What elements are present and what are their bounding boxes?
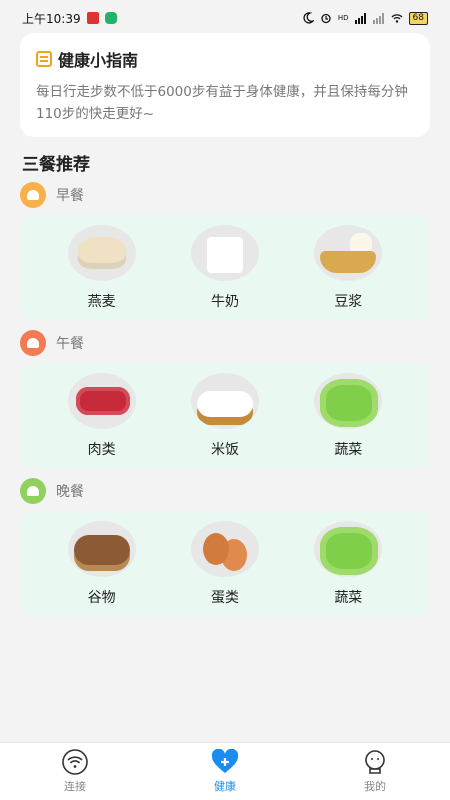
egg-image	[190, 521, 259, 577]
meal-label-dinner: 晚餐	[20, 478, 84, 504]
meal-label-text: 晚餐	[56, 484, 84, 500]
oats-image	[67, 225, 136, 281]
vegetable-image	[314, 521, 383, 577]
vegetable-image	[314, 373, 383, 429]
nav-item-connect[interactable]: 连接	[25, 749, 125, 794]
food-item[interactable]: 蛋类	[175, 521, 275, 607]
tip-header: 健康小指南	[36, 47, 414, 71]
health-tip-card: 健康小指南 每日行走步数不低于6000步有益于身体健康，并且保持每分钟110步的…	[20, 33, 430, 137]
alarm-icon	[321, 13, 331, 24]
meal-label-text: 午餐	[56, 336, 84, 352]
food-name: 米饭	[210, 442, 239, 458]
section-title: 三餐推荐	[22, 155, 90, 175]
food-name: 蔬菜	[334, 442, 363, 458]
bottom-nav: 连接 健康 我的	[0, 742, 450, 800]
food-item[interactable]: 牛奶	[175, 225, 275, 311]
signal-icon	[354, 13, 366, 24]
food-item[interactable]: 蔬菜	[298, 521, 398, 607]
meal-card-lunch: 肉类 米饭 蔬菜	[20, 364, 430, 468]
wifi-icon	[62, 749, 88, 775]
tip-text: 每日行走步数不低于6000步有益于身体健康，并且保持每分钟110步的快走更好~	[36, 84, 408, 122]
status-bar: 上午10:39 HD 68	[0, 0, 450, 36]
food-name: 豆浆	[334, 294, 363, 310]
status-time: 上午10:39	[22, 11, 81, 26]
meal-label-breakfast: 早餐	[20, 182, 84, 208]
heart-plus-icon	[211, 749, 239, 773]
rice-image	[190, 373, 259, 429]
food-name: 谷物	[87, 590, 116, 606]
breakfast-icon	[20, 182, 46, 208]
food-name: 蛋类	[210, 590, 239, 606]
food-name: 肉类	[87, 442, 116, 458]
nav-label: 健康	[214, 780, 236, 793]
status-right: HD 68	[302, 11, 428, 25]
signal-weak-icon	[372, 13, 384, 24]
meal-card-breakfast: 燕麦 牛奶 豆浆	[20, 216, 430, 320]
app-notification-icon	[104, 12, 117, 24]
meal-card-dinner: 谷物 蛋类 蔬菜	[20, 512, 430, 616]
food-name: 牛奶	[210, 294, 239, 310]
wifi-status-icon	[391, 14, 403, 23]
image-notification-icon	[86, 12, 99, 24]
status-left: 上午10:39	[22, 10, 117, 27]
nav-label: 我的	[364, 780, 386, 793]
document-icon	[36, 51, 52, 67]
food-item[interactable]: 米饭	[175, 373, 275, 459]
food-item[interactable]: 谷物	[52, 521, 152, 607]
profile-icon	[365, 750, 385, 774]
food-name: 燕麦	[87, 294, 116, 310]
milk-image	[190, 225, 259, 281]
meat-image	[67, 373, 136, 429]
soy-milk-image	[314, 225, 383, 281]
battery-indicator: 68	[408, 11, 428, 25]
hd-label: HD	[337, 14, 349, 22]
dinner-icon	[20, 478, 46, 504]
moon-icon	[303, 12, 314, 24]
lunch-icon	[20, 330, 46, 356]
tip-title: 健康小指南	[58, 51, 139, 70]
nav-item-profile[interactable]: 我的	[325, 749, 425, 794]
food-item[interactable]: 肉类	[52, 373, 152, 459]
nav-item-health[interactable]: 健康	[175, 749, 275, 794]
food-item[interactable]: 蔬菜	[298, 373, 398, 459]
food-name: 蔬菜	[334, 590, 363, 606]
grain-image	[67, 521, 136, 577]
meal-label-text: 早餐	[56, 188, 84, 204]
nav-label: 连接	[64, 780, 86, 793]
food-item[interactable]: 豆浆	[298, 225, 398, 311]
meal-label-lunch: 午餐	[20, 330, 84, 356]
food-item[interactable]: 燕麦	[52, 225, 152, 311]
